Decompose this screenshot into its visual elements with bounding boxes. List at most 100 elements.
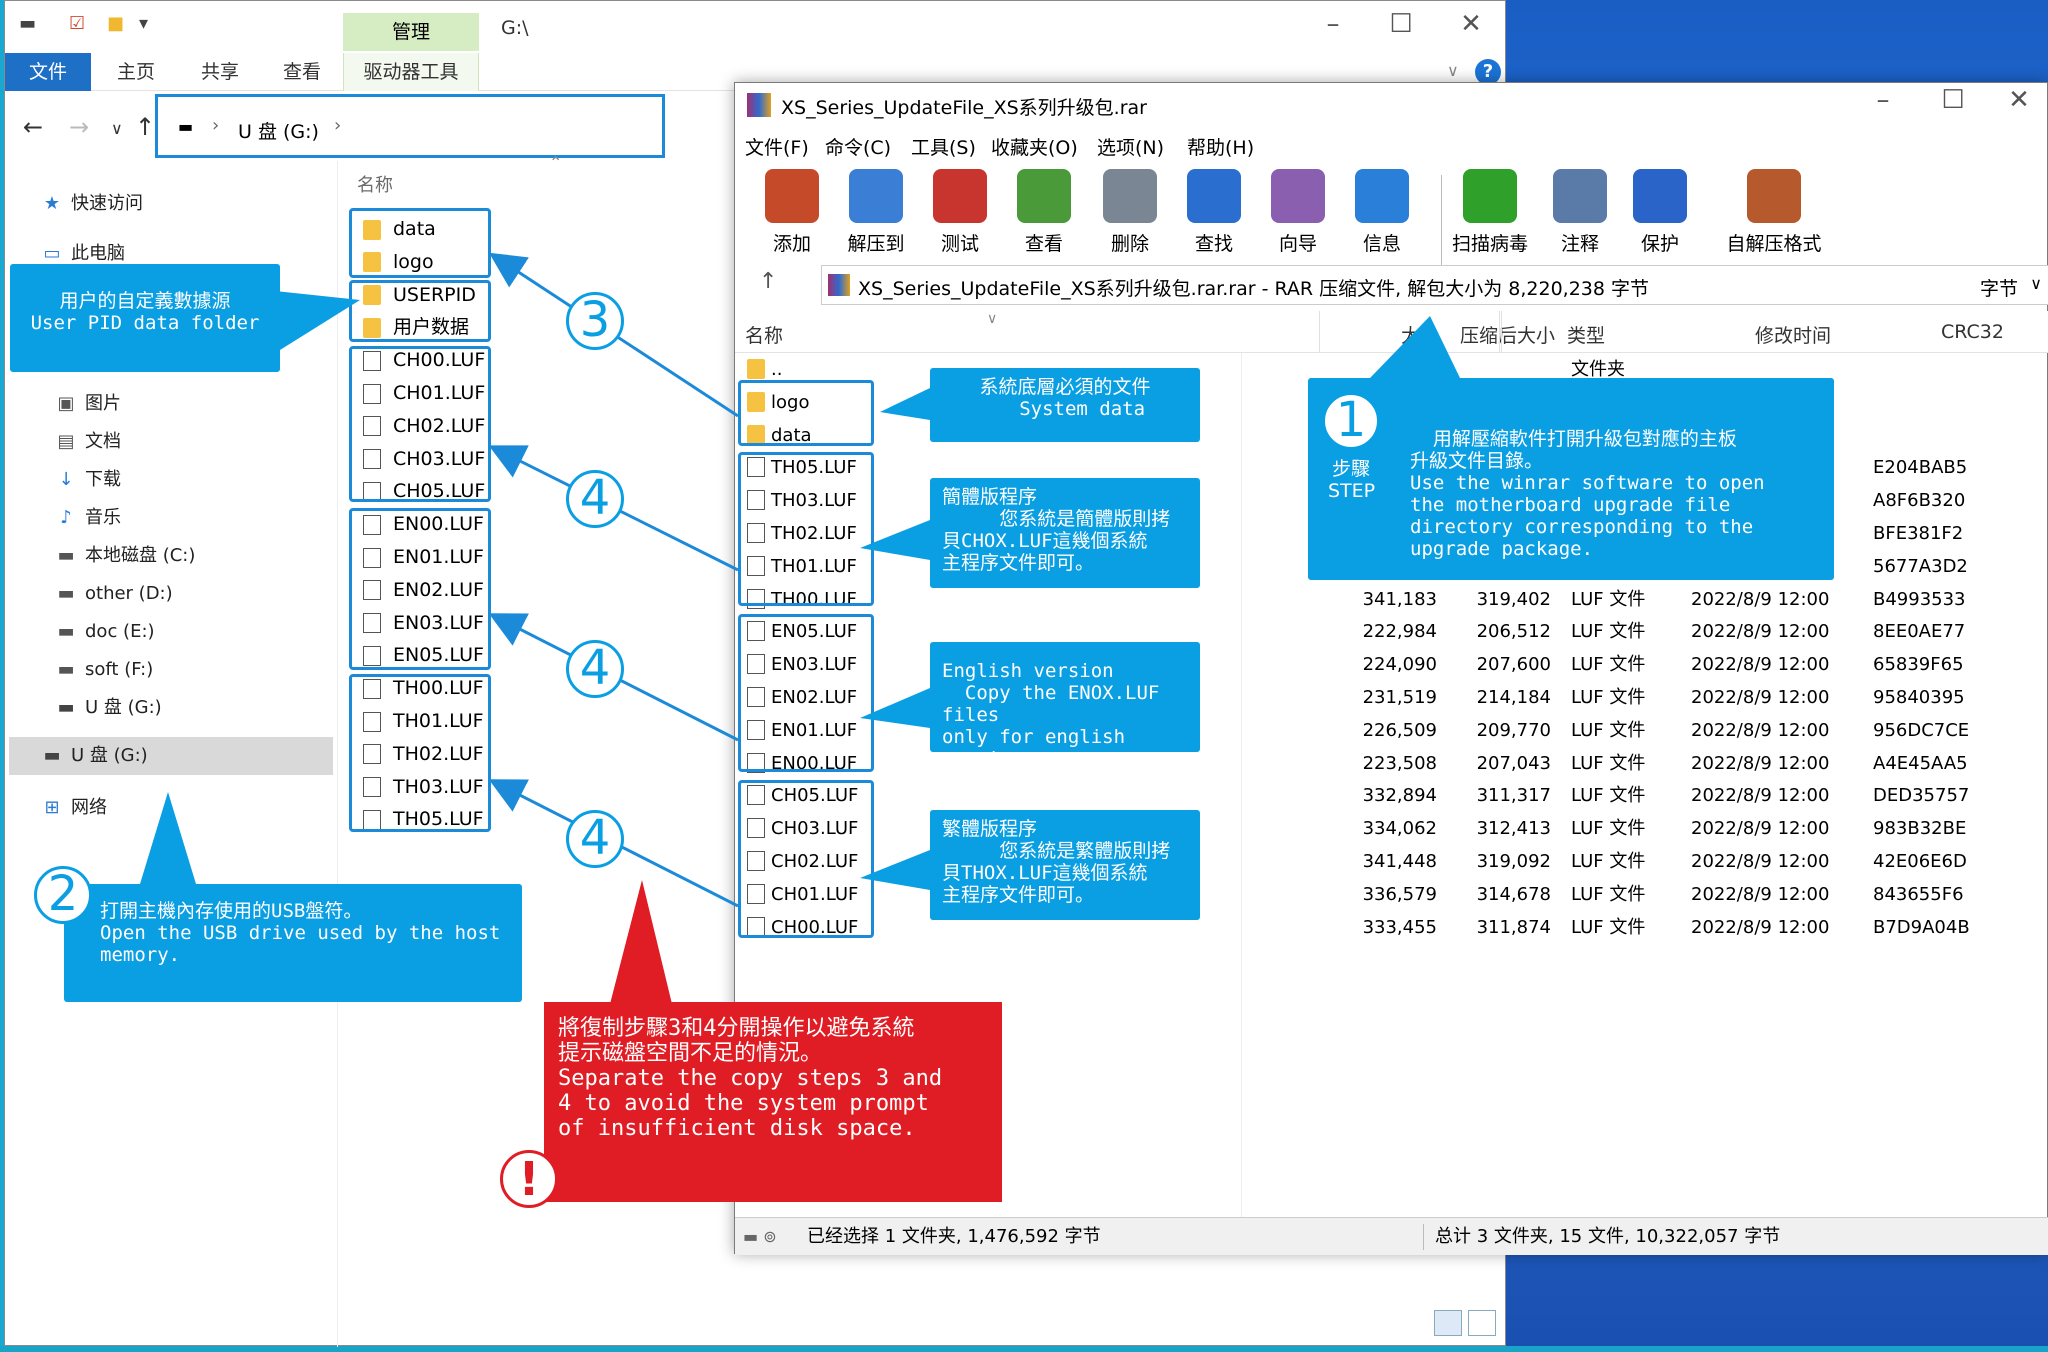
winrar-menu-bar: 文件(F) 命令(C) 工具(S) 收藏夹(O) 选项(N) 帮助(H) <box>735 129 2047 163</box>
archive-cell-mtime: 2022/8/9 12:00 <box>1691 883 1830 905</box>
menu-item[interactable]: 文件(F) <box>745 133 809 160</box>
minimize-button[interactable]: – <box>1853 85 1913 125</box>
archive-cell-kind: LUF 文件 <box>1571 588 1646 610</box>
archive-cell-packed: 319,402 <box>1476 588 1551 610</box>
details-view-icon[interactable] <box>1434 1310 1462 1336</box>
sidebar-item[interactable]: ★ 快速访问 <box>41 189 143 219</box>
archive-cell-kind: LUF 文件 <box>1571 818 1646 840</box>
manage-context-tab[interactable]: 管理 <box>343 13 479 51</box>
wizard-icon <box>1271 169 1325 223</box>
star-icon: ★ <box>43 193 61 214</box>
sidebar-item[interactable]: ▬ 本地磁盘 (C:) <box>55 541 195 571</box>
column-header-packed[interactable]: 压缩后大小 <box>1445 321 1555 348</box>
archive-cell-kind: LUF 文件 <box>1571 883 1646 905</box>
tab-file[interactable]: 文件 <box>5 53 91 91</box>
sidebar-item[interactable]: ▬ soft (F:) <box>55 655 153 685</box>
recent-dropdown-icon[interactable]: ∨ <box>111 119 123 138</box>
breadcrumb-separator-icon[interactable]: › <box>334 115 341 136</box>
pane-divider[interactable] <box>337 161 338 1347</box>
chevron-down-icon[interactable]: ∨ <box>2030 274 2042 293</box>
archive-cell-mtime: 2022/8/9 12:00 <box>1691 752 1830 774</box>
close-button[interactable]: ✕ <box>1441 9 1501 49</box>
sidebar-item-label: 此电脑 <box>71 243 125 264</box>
up-arrow-icon[interactable]: ↑ <box>135 113 155 141</box>
sidebar-item[interactable]: ⊞ 网络 <box>41 793 107 823</box>
document-icon: ▤ <box>57 431 75 452</box>
ribbon-expand-icon[interactable]: ∨ <box>1447 61 1459 80</box>
archive-cell-crc: A4E45AA5 <box>1873 752 1968 774</box>
picture-icon: ▣ <box>57 393 75 414</box>
drive-icon: ▬ <box>57 583 75 604</box>
column-header-name[interactable]: 名称 <box>357 171 393 197</box>
tab-home[interactable]: 主页 <box>97 53 175 91</box>
callout-system-data: 系統底層必須的文件 System data <box>930 368 1200 442</box>
toolbar-label: 解压到 <box>847 233 905 255</box>
group-box-en-files <box>349 508 491 670</box>
column-header-mtime[interactable]: 修改时间 <box>1755 321 1831 348</box>
archive-cell-packed: 214,184 <box>1476 687 1551 708</box>
delete-icon <box>1103 169 1157 223</box>
column-header-crc[interactable]: CRC32 <box>1941 321 2004 343</box>
minimize-button[interactable]: – <box>1303 9 1363 49</box>
close-button[interactable]: ✕ <box>1989 85 2048 125</box>
drive-icon[interactable]: ▬ <box>19 13 36 37</box>
sidebar-item[interactable]: ▣ 图片 <box>55 389 121 419</box>
drive-icon: ▬ <box>57 545 75 566</box>
archive-cell-packed: 319,092 <box>1476 851 1551 872</box>
menu-item[interactable]: 工具(S) <box>911 133 976 160</box>
column-divider[interactable] <box>1501 311 1502 353</box>
menu-item[interactable]: 帮助(H) <box>1187 133 1254 160</box>
sidebar-item-label: U 盘 (G:) <box>85 697 162 718</box>
large-icons-view-icon[interactable] <box>1468 1310 1496 1336</box>
back-arrow-icon[interactable]: ← <box>23 113 43 141</box>
maximize-button[interactable]: ☐ <box>1371 9 1431 49</box>
toolbar-label: 添加 <box>772 233 811 255</box>
archive-cell-crc: E204BAB5 <box>1873 457 1968 479</box>
up-folder-icon[interactable]: ↑ <box>759 269 777 294</box>
tab-drive-tools[interactable]: 驱动器工具 <box>343 53 479 91</box>
forward-arrow-icon[interactable]: → <box>69 113 89 141</box>
address-bar[interactable]: ▬ › U 盘 (G:) › <box>155 94 665 158</box>
column-divider[interactable] <box>1319 311 1320 353</box>
archive-cell-size: 334,062 <box>1362 818 1437 840</box>
callout-step-2: 打開主機內存使用的USB盤符。 Open the USB drive used … <box>64 884 522 1002</box>
sidebar-item[interactable]: ▬ other (D:) <box>55 579 172 609</box>
archive-row[interactable]: CH05.LUF 332,894 311,317 LUF 文件 2022/8/9 12:… <box>735 779 2048 812</box>
sidebar-item[interactable]: ↓ 下载 <box>55 465 121 495</box>
tab-view[interactable]: 查看 <box>263 53 341 91</box>
archive-cell-size: 333,455 <box>1362 916 1437 938</box>
step-badge-4-en: 4 <box>566 640 624 698</box>
archive-cell-crc: 95840395 <box>1873 687 1965 708</box>
tab-share[interactable]: 共享 <box>181 53 259 91</box>
step-label-cn: 步驟 <box>1332 458 1371 480</box>
winrar-title: XS_Series_UpdateFile_XS系列升级包.rar <box>781 97 1147 119</box>
address-text[interactable]: U 盘 (G:) <box>238 117 319 144</box>
menu-item[interactable]: 选项(N) <box>1097 133 1164 160</box>
properties-icon[interactable]: ☑ <box>69 13 85 37</box>
archive-path-bar[interactable]: XS_Series_UpdateFile_XS系列升级包.rar.rar - R… <box>821 265 2048 305</box>
maximize-button[interactable]: ☐ <box>1923 85 1983 125</box>
column-header-size[interactable]: 大小 <box>1321 321 1439 348</box>
archive-cell-mtime: 2022/8/9 12:00 <box>1691 687 1830 708</box>
column-header-type[interactable]: 类型 <box>1567 321 1605 348</box>
new-folder-icon[interactable]: ■ <box>107 13 124 37</box>
virus-scan-icon <box>1463 169 1517 223</box>
sidebar-item[interactable]: ♪ 音乐 <box>55 503 121 533</box>
sidebar-item[interactable]: ▬ doc (E:) <box>55 617 154 647</box>
column-divider[interactable] <box>1499 311 1500 353</box>
archive-cell-kind: LUF 文件 <box>1571 851 1646 872</box>
archive-cell-crc: 983B32BE <box>1873 818 1967 840</box>
column-header-name[interactable]: 名称 <box>745 321 783 348</box>
sidebar-item[interactable]: ▬ U 盘 (G:) <box>41 741 147 771</box>
menu-item[interactable]: 命令(C) <box>825 133 891 160</box>
comment-icon <box>1553 169 1607 223</box>
toolbar-label: 信息 <box>1362 233 1401 255</box>
unit-selector[interactable]: 字节 <box>1980 274 2018 301</box>
sidebar-item[interactable]: ▬ U 盘 (G:) <box>55 693 162 723</box>
sidebar-item[interactable]: ▤ 文档 <box>55 427 121 457</box>
menu-item[interactable]: 收藏夹(O) <box>991 133 1078 160</box>
toolbar-separator <box>1441 175 1442 267</box>
quick-access-dropdown-icon[interactable]: ▾ <box>139 13 148 37</box>
sfx-icon <box>1747 169 1801 223</box>
archive-cell-kind: LUF 文件 <box>1571 687 1646 708</box>
